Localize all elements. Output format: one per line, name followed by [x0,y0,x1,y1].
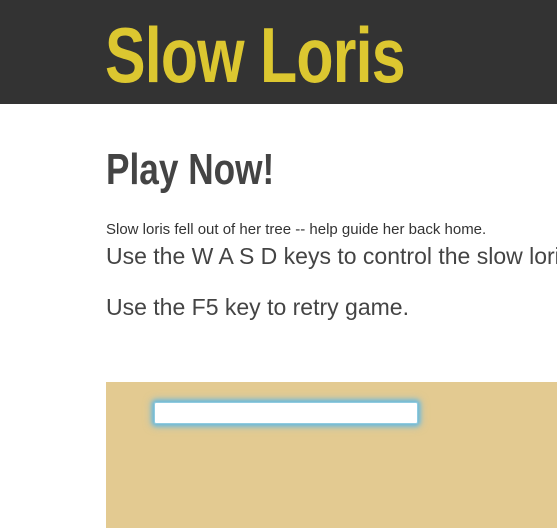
main-content: Play Now! Slow loris fell out of her tre… [106,104,557,528]
play-now-heading: Play Now! [106,145,275,194]
controls-instruction: Use the W A S D keys to control the slow… [106,243,557,269]
retry-instruction: Use the F5 key to retry game. [106,294,409,320]
game-canvas[interactable] [106,382,557,528]
site-header: Slow Loris [0,0,557,104]
game-platform [154,402,418,424]
intro-text: Slow loris fell out of her tree -- help … [106,221,487,238]
site-title: Slow Loris [105,11,406,99]
